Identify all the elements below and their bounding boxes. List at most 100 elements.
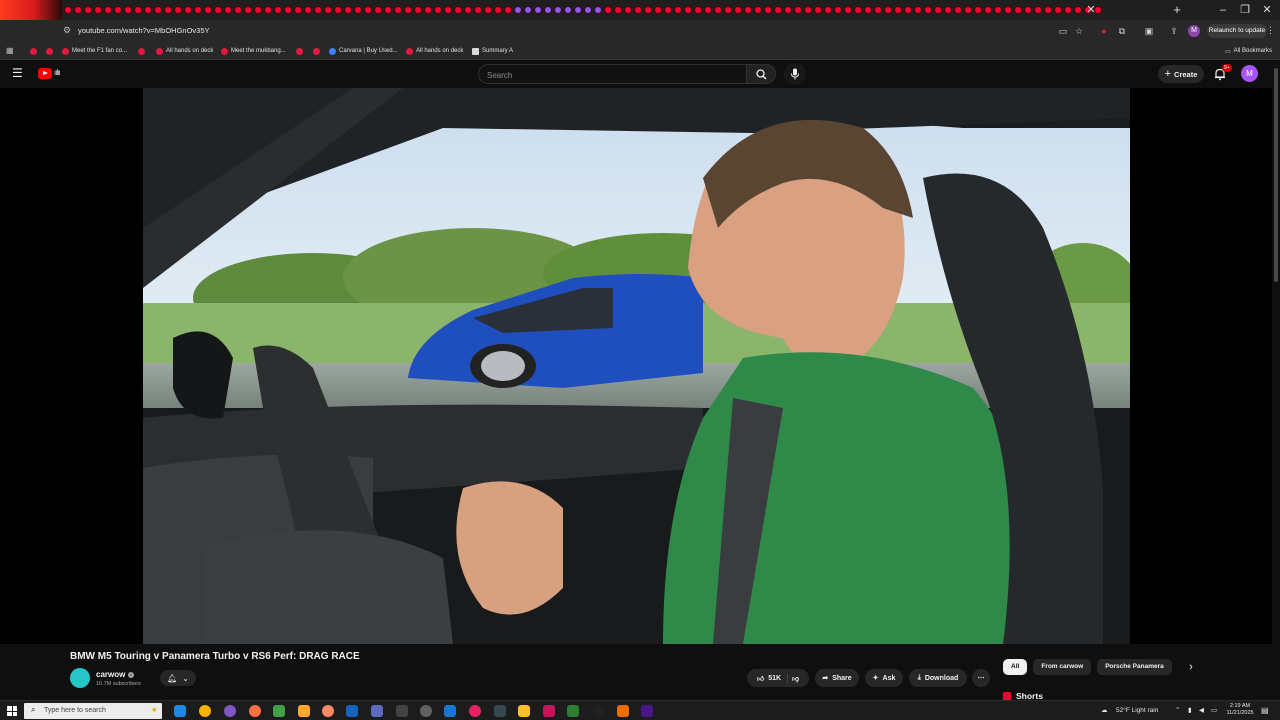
- share-button[interactable]: ➦ Share: [815, 669, 859, 687]
- notification-center-icon[interactable]: ▤: [1261, 706, 1272, 716]
- app-icon-blue[interactable]: [444, 705, 456, 717]
- pinned-tab-favicon[interactable]: [904, 6, 912, 14]
- new-tab-icon[interactable]: +: [1171, 3, 1183, 17]
- pinned-tab-favicon[interactable]: [284, 6, 292, 14]
- bookmark-star-icon[interactable]: ☆: [1073, 25, 1085, 37]
- app-icon-green[interactable]: [273, 705, 285, 717]
- pinned-tab-favicon[interactable]: [604, 6, 612, 14]
- taskbar-search-box[interactable]: ⌕ Type here to search ✶: [24, 703, 162, 719]
- pinned-tab-favicon[interactable]: [294, 6, 302, 14]
- pinned-tab-favicon[interactable]: [644, 6, 652, 14]
- chevron-up-icon[interactable]: ⌃: [1175, 706, 1180, 716]
- bookmark-icon-only[interactable]: [138, 46, 145, 56]
- pinned-tab-favicon[interactable]: [354, 6, 362, 14]
- channel-name-link[interactable]: carwow ✓: [96, 670, 135, 679]
- pinned-tab-favicon[interactable]: [324, 6, 332, 14]
- pinned-tab-favicon[interactable]: [344, 6, 352, 14]
- pinned-tab-favicon[interactable]: [174, 6, 182, 14]
- bookmark-icon-only[interactable]: [296, 46, 303, 56]
- pinned-tab-favicon[interactable]: [134, 6, 142, 14]
- battery-icon[interactable]: ▭: [1211, 706, 1217, 716]
- app-icon-magenta[interactable]: [543, 705, 555, 717]
- taskbar-clock[interactable]: 2:19 AM 11/21/2025: [1224, 703, 1256, 717]
- pinned-tab-favicon[interactable]: [464, 6, 472, 14]
- pinned-tab-favicon[interactable]: [954, 6, 962, 14]
- pinned-tabs[interactable]: [64, 4, 1164, 16]
- pinned-tab-favicon[interactable]: [404, 6, 412, 14]
- pinned-tab-favicon[interactable]: [454, 6, 462, 14]
- pinned-tab-favicon[interactable]: [384, 6, 392, 14]
- pinned-tab-favicon[interactable]: [494, 6, 502, 14]
- pinned-tab-favicon[interactable]: [74, 6, 82, 14]
- pinned-tab-favicon[interactable]: [114, 6, 122, 14]
- pinned-tab-favicon[interactable]: [804, 6, 812, 14]
- pinned-tab-favicon[interactable]: [694, 6, 702, 14]
- pinned-tab-favicon[interactable]: [154, 6, 162, 14]
- app-icon-purple[interactable]: [641, 705, 653, 717]
- network-icon[interactable]: ▮: [1188, 706, 1192, 716]
- bookmark-item[interactable]: Meet the F1 fan co...: [62, 46, 127, 56]
- pinned-tab-favicon[interactable]: [834, 6, 842, 14]
- active-tab[interactable]: [0, 0, 62, 20]
- pinned-tab-favicon[interactable]: [224, 6, 232, 14]
- app-icon-orange[interactable]: [617, 705, 629, 717]
- channel-avatar[interactable]: [70, 668, 90, 688]
- bookmark-item[interactable]: All hands on deck: [406, 46, 463, 56]
- pinned-tab-favicon[interactable]: [1034, 6, 1042, 14]
- pinned-tab-favicon[interactable]: [654, 6, 662, 14]
- pinned-tab-favicon[interactable]: [84, 6, 92, 14]
- pinned-tab-favicon[interactable]: [794, 6, 802, 14]
- active-chrome-app-icon[interactable]: [322, 705, 334, 717]
- excel-app-icon[interactable]: [567, 705, 579, 717]
- pinned-tab-favicon[interactable]: [314, 6, 322, 14]
- pinned-tab-favicon[interactable]: [434, 6, 442, 14]
- video-frame[interactable]: [143, 88, 1130, 644]
- minimize-icon[interactable]: –: [1216, 3, 1230, 17]
- edge-app-icon[interactable]: [174, 705, 186, 717]
- pinned-tab-favicon[interactable]: [614, 6, 622, 14]
- pinned-tab-favicon[interactable]: [334, 6, 342, 14]
- mail-app-icon[interactable]: [371, 705, 383, 717]
- search-input[interactable]: [479, 66, 746, 85]
- youtube-logo[interactable]: [38, 68, 52, 79]
- app-icon-yellow[interactable]: [518, 705, 530, 717]
- pinned-tab-favicon[interactable]: [514, 6, 522, 14]
- pinned-tab-favicon[interactable]: [634, 6, 642, 14]
- pinned-tab-favicon[interactable]: [754, 6, 762, 14]
- pinned-tab-favicon[interactable]: [1064, 6, 1072, 14]
- pinned-tab-favicon[interactable]: [944, 6, 952, 14]
- pinned-tab-favicon[interactable]: [124, 6, 132, 14]
- chrome-profile-app-icon[interactable]: [224, 705, 236, 717]
- pinned-tab-favicon[interactable]: [144, 6, 152, 14]
- pinned-tab-favicon[interactable]: [1024, 6, 1032, 14]
- pinned-tab-favicon[interactable]: [1004, 6, 1012, 14]
- pinned-tab-favicon[interactable]: [164, 6, 172, 14]
- pinned-tab-favicon[interactable]: [884, 6, 892, 14]
- pinned-tab-favicon[interactable]: [974, 6, 982, 14]
- pinned-tab-favicon[interactable]: [524, 6, 532, 14]
- all-bookmarks-folder[interactable]: ▭ All Bookmarks: [1225, 46, 1272, 56]
- more-actions-button[interactable]: ⋯: [972, 669, 990, 687]
- pinned-tab-favicon[interactable]: [924, 6, 932, 14]
- pinned-tab-favicon[interactable]: [624, 6, 632, 14]
- window-close-icon[interactable]: ✕: [1260, 3, 1274, 17]
- site-info-icon[interactable]: ⚙: [63, 25, 73, 37]
- pinned-tab-favicon[interactable]: [854, 6, 862, 14]
- pinned-tab-favicon[interactable]: [594, 6, 602, 14]
- pinned-tab-favicon[interactable]: [1044, 6, 1052, 14]
- browser-menu-icon[interactable]: ⋮: [1266, 25, 1275, 37]
- file-app-icon[interactable]: [346, 705, 358, 717]
- pinned-tab-favicon[interactable]: [764, 6, 772, 14]
- cast-icon[interactable]: ⇪: [1168, 25, 1180, 37]
- bookmark-icon-only[interactable]: [46, 46, 53, 56]
- search-button[interactable]: [746, 64, 776, 84]
- pinned-tab-favicon[interactable]: [864, 6, 872, 14]
- pinned-tab-favicon[interactable]: [684, 6, 692, 14]
- pinned-tab-favicon[interactable]: [254, 6, 262, 14]
- pinned-tab-favicon[interactable]: [844, 6, 852, 14]
- bookmark-item[interactable]: Summary A: [472, 46, 513, 56]
- pinned-tab-favicon[interactable]: [504, 6, 512, 14]
- weather-status[interactable]: 52°F Light rain: [1116, 706, 1158, 716]
- pinned-tab-favicon[interactable]: [184, 6, 192, 14]
- pinned-tab-favicon[interactable]: [824, 6, 832, 14]
